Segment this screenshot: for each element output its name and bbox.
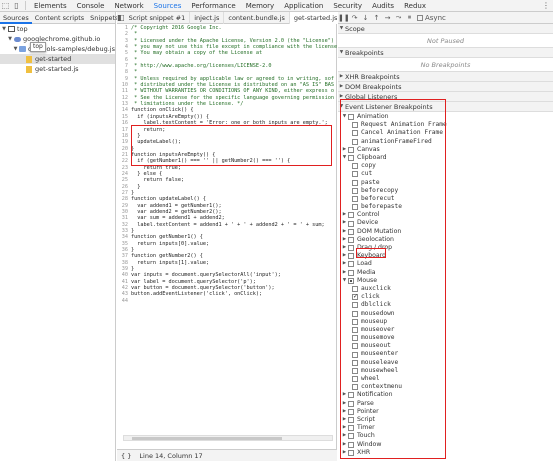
devtools-toolbar: ⬚ ▯ Elements Console Network Sources Perform… xyxy=(0,0,553,12)
frame-icon xyxy=(8,26,15,32)
editor-tab[interactable]: Script snippet #1 xyxy=(125,11,191,24)
step-over-icon[interactable]: ↷ xyxy=(349,14,360,22)
tree-item-label: top xyxy=(17,25,28,33)
editor-tabs: ◧ Script snippet #1 inject.js content.bund… xyxy=(117,11,351,24)
toggle-navigator-icon[interactable]: ◧ xyxy=(117,12,125,23)
code-text: /* Copyright 2016 Google Inc. xyxy=(131,25,222,31)
tab-audits[interactable]: Audits xyxy=(367,0,399,12)
editor-tab-label: inject.js xyxy=(194,13,220,22)
async-checkbox[interactable] xyxy=(417,14,423,21)
tab-console[interactable]: Console xyxy=(72,0,110,12)
format-icon[interactable]: { } xyxy=(121,452,131,460)
tab-redux[interactable]: Redux xyxy=(399,0,431,12)
pause-icon[interactable]: ❚❚ xyxy=(338,14,350,22)
file-tree: ▼ top ▼ googlechrome.github.io ▼ devtools-sam… xyxy=(0,24,115,74)
inspect-element-icon[interactable]: ⬚ xyxy=(0,0,11,11)
tree-item[interactable]: get-started xyxy=(0,54,115,64)
tab-application[interactable]: Application xyxy=(279,0,328,12)
cursor-position: Line 14, Column 17 xyxy=(139,452,203,460)
tree-item-label: get-started xyxy=(35,55,72,63)
tab-network[interactable]: Network xyxy=(109,0,148,12)
editor-tab-label: content.bundle.js xyxy=(228,13,285,22)
tab-security[interactable]: Security xyxy=(328,0,367,12)
tab-sources[interactable]: Sources xyxy=(0,12,32,24)
editor-tab-list: Script snippet #1 inject.js content.bundle… xyxy=(125,11,351,24)
code-text: button.addEventListener('click', onClick… xyxy=(131,291,263,298)
tree-item[interactable]: ▼ googlechrome.github.io xyxy=(0,34,115,44)
editor-tab-label: Script snippet #1 xyxy=(128,13,186,22)
editor-tab[interactable]: content.bundle.js xyxy=(224,11,290,24)
file-icon xyxy=(26,55,32,63)
status-bar: { } Line 14, Column 17 xyxy=(117,449,337,461)
tab-content-scripts[interactable]: Content scripts xyxy=(32,12,87,24)
deactivate-breakpoints-icon[interactable]: ⤳ xyxy=(393,13,404,22)
device-toolbar-icon[interactable]: ▯ xyxy=(11,0,22,11)
async-label: Async xyxy=(425,13,446,22)
step-into-icon[interactable]: ↓ xyxy=(360,14,371,22)
debugger-toolbar: ❚❚ ↷ ↓ ↑ → ⤳ ⏸ Async xyxy=(338,12,553,24)
folder-icon xyxy=(19,46,26,52)
breakpoints-header[interactable]: ▼ Breakpoints xyxy=(338,48,553,58)
file-icon xyxy=(26,65,32,73)
highlight-event-listeners xyxy=(340,99,446,459)
tree-item-label: get-started.js xyxy=(35,65,79,73)
tree-arrow-icon: ▼ xyxy=(2,26,6,32)
toolbar-divider xyxy=(25,1,26,10)
navigator-tabs: Sources Content scripts Snippets » xyxy=(0,12,126,24)
tab-elements[interactable]: Elements xyxy=(29,0,72,12)
dom-breakpoints-header[interactable]: ▶ DOM Breakpoints xyxy=(338,82,553,92)
collapse-arrow-icon: ▼ xyxy=(339,25,344,31)
more-menu-icon[interactable]: ⋮ xyxy=(542,0,550,12)
code-text: label.textContent = addend1 + ' + ' + ad… xyxy=(131,221,325,228)
code-text: * You may obtain a copy of the License a… xyxy=(131,50,263,57)
tab-memory[interactable]: Memory xyxy=(241,0,279,12)
pause-on-exceptions-icon[interactable]: ⏸ xyxy=(404,13,415,22)
tree-item[interactable]: ▼ devtools-samples/debug.js xyxy=(0,44,115,54)
expand-arrow-icon: ▶ xyxy=(339,73,344,79)
tree-arrow-icon: ▼ xyxy=(8,36,12,42)
not-paused-text: Not Paused xyxy=(338,34,553,48)
tab-performance[interactable]: Performance xyxy=(186,0,240,12)
code-text: return inputs[1].value; xyxy=(131,259,210,266)
highlight-onclick-function xyxy=(131,125,332,166)
tree-arrow-icon: ▼ xyxy=(13,46,18,52)
highlight-click-checkbox xyxy=(356,248,386,258)
code-text: return inputs[0].value; xyxy=(131,240,210,247)
step-out-icon[interactable]: ↑ xyxy=(371,14,382,22)
expand-arrow-icon: ▶ xyxy=(339,83,344,89)
code-text: * http://www.apache.org/licenses/LICENSE… xyxy=(131,63,272,70)
panel-tabs: Elements Console Network Sources Performance… xyxy=(29,0,431,12)
tree-item[interactable]: ▼ top xyxy=(0,24,115,34)
xhr-breakpoints-header[interactable]: ▶ XHR Breakpoints xyxy=(338,72,553,82)
horizontal-scrollbar[interactable] xyxy=(123,435,333,441)
tooltip: top xyxy=(30,42,46,52)
editor-tab-label: get-started.js xyxy=(293,13,338,22)
editor-tab[interactable]: inject.js xyxy=(190,11,225,24)
code-line: 32 label.textContent = addend1 + ' + ' +… xyxy=(117,222,337,228)
cloud-icon xyxy=(14,36,21,42)
code-area[interactable]: 1/* Copyright 2016 Google Inc. 2 * 3 * Lic… xyxy=(117,25,337,442)
debugger-sidebar: ❚❚ ↷ ↓ ↑ → ⤳ ⏸ Async ▼ Scope Not Paused ▼… xyxy=(338,12,553,461)
line-number[interactable]: 44 xyxy=(117,298,131,304)
scope-header[interactable]: ▼ Scope xyxy=(338,24,553,34)
sources-navigator: Sources Content scripts Snippets » ▼top▼… xyxy=(0,12,126,461)
code-line: 44 xyxy=(117,298,337,304)
no-breakpoints-text: No Breakpoints xyxy=(338,58,553,72)
tree-item[interactable]: get-started.js xyxy=(0,64,115,74)
expand-arrow-icon: ▼ xyxy=(339,49,344,55)
scrollbar-thumb[interactable] xyxy=(132,437,282,440)
code-editor: ◧ Script snippet #1 inject.js content.bund… xyxy=(117,11,351,461)
tab-sources[interactable]: Sources xyxy=(149,0,187,12)
step-icon[interactable]: → xyxy=(382,14,393,22)
